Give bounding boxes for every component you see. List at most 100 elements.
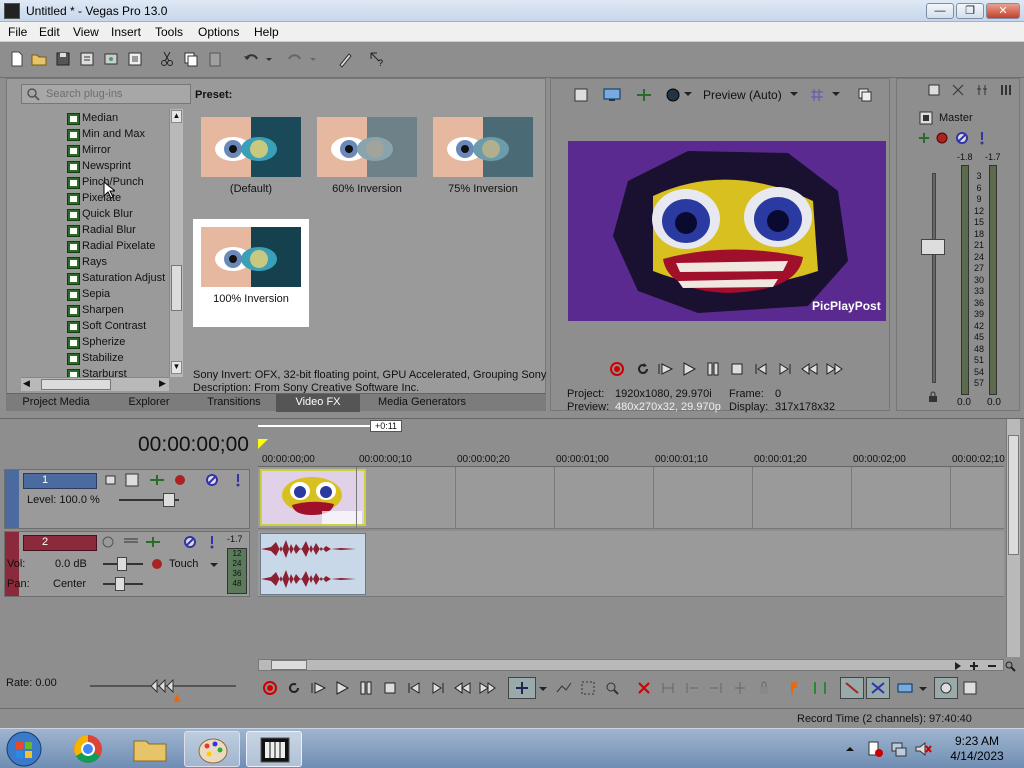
tab-project-media[interactable]: Project Media	[6, 394, 106, 412]
close-button[interactable]: ✕	[986, 3, 1020, 19]
undo-dropdown-icon[interactable]	[264, 50, 274, 68]
dropdown-arrow-icon[interactable]	[683, 89, 693, 99]
insert-marker-icon[interactable]	[788, 680, 802, 696]
solo-icon[interactable]	[977, 131, 987, 145]
ignore-event-grouping-icon[interactable]	[962, 680, 978, 696]
vegas-app-icon[interactable]	[4, 3, 20, 19]
external-monitor-icon[interactable]	[603, 87, 621, 103]
timeline-vertical-scrollbar[interactable]	[1006, 419, 1020, 657]
tab-transitions[interactable]: Transitions	[192, 394, 276, 412]
preset-100-inversion[interactable]: 100% Inversion	[193, 219, 309, 327]
audio-solo-icon[interactable]	[207, 535, 217, 549]
plugin-tree-horizontal-scrollbar[interactable]: ◀ ▶	[21, 377, 169, 391]
plugin-item-pinch-punch[interactable]: Pinch/Punch	[21, 175, 169, 191]
plugin-item-quick-blur[interactable]: Quick Blur	[21, 207, 169, 223]
timeline-scroll-thumb[interactable]	[1008, 435, 1019, 555]
action-center-icon[interactable]	[866, 740, 884, 758]
video-track-header[interactable]: 1 Level: 100.0 %	[4, 469, 250, 529]
loop-playback-icon[interactable]	[635, 361, 651, 377]
track-mute-icon[interactable]	[205, 473, 219, 487]
save-as-icon[interactable]	[126, 50, 144, 68]
downmix-icon[interactable]	[951, 83, 965, 97]
compositing-mode-icon[interactable]	[125, 473, 139, 487]
trim-start-icon[interactable]	[684, 680, 700, 696]
selection-edit-tool-icon[interactable]	[580, 680, 596, 696]
tab-media-generators[interactable]: Media Generators	[360, 394, 484, 412]
plugin-item-radial-blur[interactable]: Radial Blur	[21, 223, 169, 239]
master-fader-handle[interactable]	[921, 239, 945, 255]
master-fader-track[interactable]	[932, 173, 936, 383]
preview-properties-icon[interactable]	[573, 87, 589, 103]
plugin-item-mirror[interactable]: Mirror	[21, 143, 169, 159]
preset-60-inversion[interactable]: 60% Inversion	[309, 109, 425, 217]
zoom-in-time-icon[interactable]	[968, 660, 980, 672]
transport-previous-frame-icon[interactable]	[454, 680, 472, 696]
plugin-item-spherize[interactable]: Spherize	[21, 335, 169, 351]
menu-insert[interactable]: Insert	[111, 25, 141, 39]
delete-icon[interactable]	[636, 680, 652, 696]
cut-icon[interactable]	[158, 50, 176, 68]
vegas-taskbar-button[interactable]	[246, 731, 302, 767]
preset-default[interactable]: (Default)	[193, 109, 309, 217]
system-clock[interactable]: 9:23 AM 4/14/2023	[936, 734, 1018, 764]
transport-play-icon[interactable]	[334, 680, 350, 696]
show-hidden-icons-icon[interactable]	[844, 743, 856, 755]
track-fx-icon[interactable]	[173, 473, 187, 487]
next-frame-icon[interactable]	[825, 361, 843, 377]
video-fx-icon[interactable]	[635, 87, 653, 103]
tab-video-fx[interactable]: Video FX	[276, 394, 360, 412]
envelope-edit-tool-icon[interactable]	[556, 680, 572, 696]
automation-settings-icon[interactable]	[150, 557, 164, 571]
trim-end-icon[interactable]	[708, 680, 724, 696]
scroll-right-arrow-icon[interactable]: ▶	[159, 378, 166, 389]
properties-icon[interactable]	[78, 50, 96, 68]
track-solo-icon[interactable]	[233, 473, 243, 487]
master-fx-icon[interactable]	[919, 111, 933, 125]
automation-mode-dropdown-icon[interactable]	[209, 560, 219, 570]
lock-event-icon[interactable]	[756, 680, 772, 696]
menu-help[interactable]: Help	[254, 25, 279, 39]
audio-automation-icon[interactable]	[145, 535, 161, 549]
overlays-dropdown-icon[interactable]	[831, 89, 841, 99]
plugin-item-pixelate[interactable]: Pixelate	[21, 191, 169, 207]
overlays-grid-icon[interactable]	[809, 87, 825, 103]
plugin-tree-vertical-scrollbar[interactable]: ▲ ▼	[169, 109, 183, 377]
render-icon[interactable]	[102, 50, 120, 68]
chrome-taskbar-button[interactable]	[60, 731, 116, 767]
paste-icon[interactable]	[206, 50, 224, 68]
record-icon[interactable]	[609, 361, 625, 377]
plugin-item-starburst[interactable]: Starburst	[21, 367, 169, 377]
network-icon[interactable]	[890, 740, 908, 758]
preview-quality-dropdown-icon[interactable]	[789, 89, 799, 99]
copy-icon[interactable]	[182, 50, 200, 68]
invert-phase-icon[interactable]	[123, 535, 139, 549]
video-track-lane[interactable]	[258, 467, 1004, 529]
track-automation-icon[interactable]	[149, 473, 165, 487]
menu-tools[interactable]: Tools	[155, 25, 183, 39]
lock-icon[interactable]	[927, 391, 939, 403]
preview-quality-select[interactable]: Preview (Auto)	[703, 88, 782, 102]
zoom-edit-tool-icon[interactable]	[604, 680, 620, 696]
horizontal-scroll-thumb[interactable]	[41, 379, 111, 390]
plugin-item-sharpen[interactable]: Sharpen	[21, 303, 169, 319]
save-icon[interactable]	[54, 50, 72, 68]
whats-this-help-icon[interactable]: ?	[368, 50, 386, 68]
redo-dropdown-icon[interactable]	[308, 50, 318, 68]
mute-icon[interactable]	[955, 131, 969, 145]
level-slider-handle[interactable]	[163, 493, 175, 507]
play-icon[interactable]	[681, 361, 697, 377]
automation-mode-select[interactable]: Touch	[169, 558, 198, 570]
loop-region-bar[interactable]	[258, 425, 370, 427]
audio-track-header[interactable]: 2 -1.7 Vol: 0.0 dB Touch Pan: Center 12 2…	[4, 531, 250, 597]
menu-file[interactable]: File	[8, 25, 27, 39]
arm-for-record-icon[interactable]	[101, 535, 115, 549]
transport-loop-icon[interactable]	[286, 680, 302, 696]
previous-frame-icon[interactable]	[801, 361, 819, 377]
minimize-button[interactable]: —	[926, 3, 954, 19]
master-properties-icon[interactable]	[927, 83, 941, 97]
transport-stop-icon[interactable]	[382, 680, 398, 696]
redo-icon[interactable]	[286, 50, 304, 68]
zoom-out-time-icon[interactable]	[986, 660, 998, 672]
mixer-icon[interactable]	[999, 83, 1013, 97]
event-grouping-icon[interactable]	[896, 680, 914, 696]
